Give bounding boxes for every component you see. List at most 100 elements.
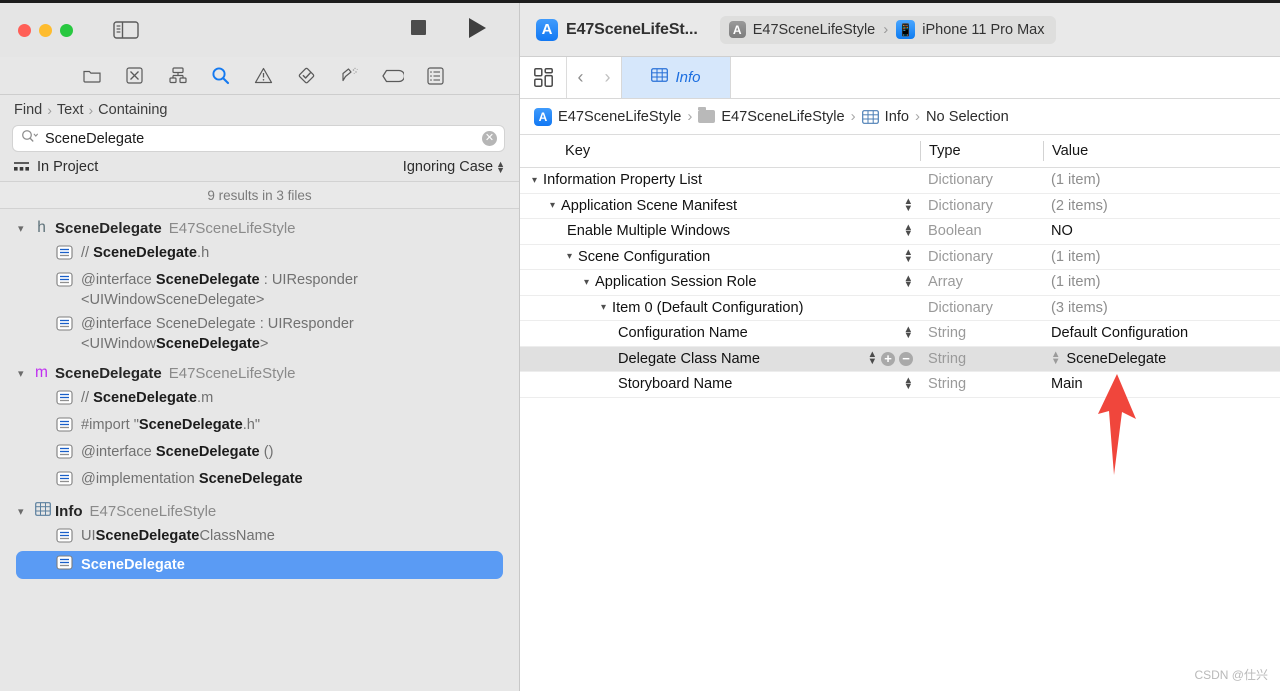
- plist-key-cell[interactable]: ▾ Information Property List: [520, 172, 920, 188]
- scheme-destination-picker[interactable]: A E47SceneLifeStyle › 📱 iPhone 11 Pro Ma…: [719, 15, 1057, 44]
- value-chevron-updown-icon[interactable]: ▲ ▼: [1051, 350, 1060, 365]
- plist-value-cell[interactable]: (3 items): [1043, 300, 1280, 316]
- chevron-down-icon[interactable]: ▾: [18, 222, 28, 235]
- find-kind-label[interactable]: Text: [57, 102, 84, 118]
- chevron-updown-icon[interactable]: ▲ ▼: [904, 223, 913, 238]
- scope-label[interactable]: In Project: [37, 159, 98, 175]
- plist-type-cell[interactable]: Array: [920, 274, 1043, 290]
- search-input[interactable]: SceneDelegate: [45, 131, 476, 147]
- plist-value-cell[interactable]: Default Configuration: [1043, 325, 1280, 341]
- list-item[interactable]: // SceneDelegate.m: [0, 386, 519, 413]
- table-row[interactable]: Enable Multiple Windows ▲ ▼ Boolean NO: [520, 219, 1280, 245]
- chevron-updown-icon[interactable]: ▲ ▼: [868, 350, 877, 365]
- plist-type-cell[interactable]: Boolean: [920, 223, 1043, 239]
- search-field[interactable]: SceneDelegate ✕: [12, 125, 505, 152]
- chevron-down-icon[interactable]: ▾: [601, 302, 606, 313]
- breadcrumb-item-project[interactable]: E47SceneLifeStyle: [558, 109, 681, 125]
- forward-arrow-icon[interactable]: ›: [594, 67, 621, 88]
- stop-icon[interactable]: [410, 19, 427, 41]
- breadcrumb-item-group[interactable]: E47SceneLifeStyle: [721, 109, 844, 125]
- plist-key-cell[interactable]: ▾ Item 0 (Default Configuration): [520, 300, 920, 316]
- list-item[interactable]: @interface SceneDelegate : UIResponder <…: [0, 312, 519, 356]
- plist-type-cell[interactable]: String: [920, 376, 1043, 392]
- plist-type-cell[interactable]: Dictionary: [920, 300, 1043, 316]
- chevron-down-icon[interactable]: ▾: [532, 175, 537, 186]
- chevron-down-icon[interactable]: ▾: [18, 505, 28, 518]
- plist-key-cell[interactable]: Configuration Name ▲ ▼: [520, 325, 920, 341]
- plist-value-cell[interactable]: (1 item): [1043, 274, 1280, 290]
- simulator-icon: 📱: [896, 20, 916, 39]
- chevron-updown-icon[interactable]: ▲ ▼: [904, 248, 913, 263]
- plist-type-cell[interactable]: String: [920, 325, 1043, 341]
- plist-type-cell[interactable]: String: [920, 351, 1043, 367]
- table-row[interactable]: ▾ Scene Configuration ▲ ▼ Dictionary (1 i…: [520, 245, 1280, 270]
- sidebar-item-report-navigator[interactable]: [414, 66, 457, 85]
- table-row[interactable]: Configuration Name ▲ ▼ String Default Con…: [520, 321, 1280, 347]
- table-row-selected[interactable]: Delegate Class Name ▲ ▼ + − String ▲ ▼ Sce…: [520, 346, 1280, 372]
- remove-row-button[interactable]: −: [899, 351, 913, 366]
- plist-key-cell[interactable]: Storyboard Name ▲ ▼: [520, 376, 920, 392]
- find-match-label[interactable]: Containing: [98, 102, 167, 118]
- list-item[interactable]: #import "SceneDelegate.h": [0, 413, 519, 440]
- table-row[interactable]: ▾ Information Property List Dictionary (…: [520, 168, 1280, 194]
- plist-key-cell[interactable]: Delegate Class Name ▲ ▼ + −: [520, 350, 920, 367]
- sidebar-item-test-navigator[interactable]: [285, 66, 328, 85]
- run-icon[interactable]: [467, 17, 487, 44]
- sidebar-item-breakpoint-navigator[interactable]: [371, 69, 414, 83]
- list-item[interactable]: @interface SceneDelegate (): [0, 440, 519, 467]
- sidebar-toggle-icon[interactable]: [113, 20, 139, 40]
- result-group-header[interactable]: ▾ h SceneDelegate E47SceneLifeStyle: [0, 215, 519, 241]
- plist-key-cell[interactable]: ▾ Application Session Role ▲ ▼: [520, 274, 920, 290]
- chevron-down-icon[interactable]: ▾: [550, 200, 555, 211]
- list-item[interactable]: @implementation SceneDelegate: [0, 467, 519, 494]
- search-icon[interactable]: [21, 129, 39, 148]
- table-row[interactable]: ▾ Item 0 (Default Configuration) Diction…: [520, 296, 1280, 321]
- table-row[interactable]: ▾ Application Session Role ▲ ▼ Array (1 i…: [520, 270, 1280, 296]
- plist-key-cell[interactable]: ▾ Scene Configuration ▲ ▼: [520, 248, 920, 264]
- sidebar-item-symbol-navigator[interactable]: [156, 67, 199, 84]
- table-row[interactable]: Storyboard Name ▲ ▼ String Main: [520, 372, 1280, 398]
- case-option-control[interactable]: Ignoring Case ▲ ▼: [403, 159, 505, 175]
- result-group-header[interactable]: ▾ m SceneDelegate E47SceneLifeStyle: [0, 360, 519, 386]
- back-arrow-icon[interactable]: ‹: [567, 67, 594, 88]
- add-row-button[interactable]: +: [881, 351, 895, 366]
- breadcrumb-item-selection[interactable]: No Selection: [926, 109, 1009, 125]
- sidebar-item-debug-navigator[interactable]: [328, 66, 371, 85]
- plist-type-cell[interactable]: Dictionary: [920, 172, 1043, 188]
- sidebar-item-source-control-navigator[interactable]: [113, 67, 156, 84]
- plist-value-cell[interactable]: ▲ ▼ SceneDelegate: [1043, 350, 1280, 366]
- plist-type-cell[interactable]: Dictionary: [920, 249, 1043, 265]
- table-row[interactable]: ▾ Application Scene Manifest ▲ ▼ Dictiona…: [520, 194, 1280, 219]
- list-item[interactable]: @interface SceneDelegate : UIResponder <…: [0, 268, 519, 312]
- find-mode-label[interactable]: Find: [14, 102, 42, 118]
- sidebar-item-project-navigator[interactable]: [70, 68, 113, 83]
- list-item[interactable]: UISceneDelegateClassName: [0, 524, 519, 551]
- result-group-header[interactable]: ▾ Info E47SceneLifeStyle: [0, 498, 519, 524]
- chevron-updown-icon[interactable]: ▲ ▼: [904, 274, 913, 289]
- minimize-button[interactable]: [39, 23, 52, 37]
- plist-value-cell[interactable]: Main: [1043, 376, 1280, 392]
- plist-value-cell[interactable]: NO: [1043, 223, 1280, 239]
- list-item[interactable]: // SceneDelegate.h: [0, 241, 519, 268]
- plist-value-cell[interactable]: (2 items): [1043, 198, 1280, 214]
- related-items-icon[interactable]: [520, 57, 566, 98]
- clear-search-icon[interactable]: ✕: [482, 131, 497, 146]
- sidebar-item-find-navigator[interactable]: [199, 66, 242, 85]
- chevron-updown-icon[interactable]: ▲ ▼: [904, 325, 913, 340]
- list-item-selected[interactable]: SceneDelegate: [16, 551, 503, 579]
- zoom-button[interactable]: [60, 23, 73, 37]
- chevron-updown-icon[interactable]: ▲ ▼: [904, 376, 913, 391]
- chevron-updown-icon[interactable]: ▲ ▼: [904, 197, 913, 212]
- chevron-down-icon[interactable]: ▾: [567, 251, 572, 262]
- plist-key-cell[interactable]: ▾ Application Scene Manifest ▲ ▼: [520, 197, 920, 213]
- plist-type-cell[interactable]: Dictionary: [920, 198, 1043, 214]
- close-button[interactable]: [18, 23, 31, 37]
- chevron-down-icon[interactable]: ▾: [18, 367, 28, 380]
- plist-value-cell[interactable]: (1 item): [1043, 172, 1280, 188]
- plist-value-cell[interactable]: (1 item): [1043, 249, 1280, 265]
- plist-key-cell[interactable]: Enable Multiple Windows ▲ ▼: [520, 223, 920, 239]
- tab-info[interactable]: Info: [621, 57, 731, 98]
- sidebar-item-issue-navigator[interactable]: [242, 67, 285, 84]
- chevron-down-icon[interactable]: ▾: [584, 277, 589, 288]
- breadcrumb-item-file[interactable]: Info: [885, 109, 909, 125]
